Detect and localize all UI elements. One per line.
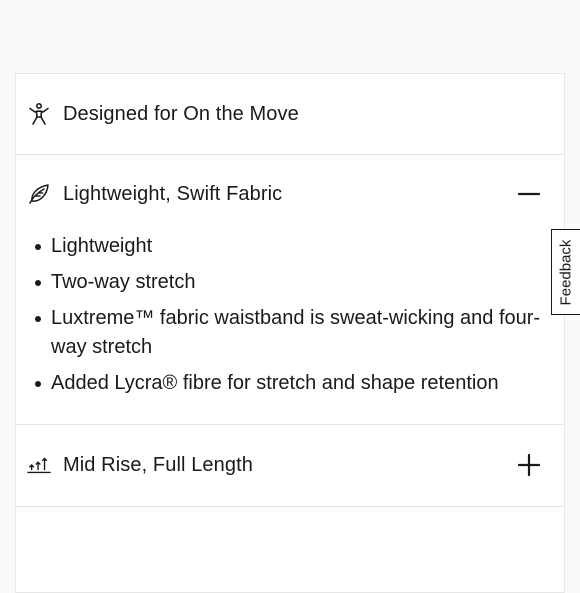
list-item: Lightweight	[34, 232, 554, 261]
accordion-header-designed-for[interactable]: Designed for On the Move	[16, 94, 564, 134]
accordion-title: Lightweight, Swift Fabric	[63, 182, 283, 205]
section-divider	[16, 154, 564, 155]
accordion-header-mid-rise[interactable]: Mid Rise, Full Length	[16, 445, 564, 485]
section-divider	[16, 506, 564, 507]
section-divider	[16, 424, 564, 425]
accordion-title: Mid Rise, Full Length	[63, 453, 253, 476]
accordion-title: Designed for On the Move	[63, 102, 299, 125]
feedback-button[interactable]: Feedback	[551, 229, 580, 315]
feature-list: Lightweight Two-way stretch Luxtreme™ fa…	[34, 232, 554, 405]
collapse-minus-icon[interactable]	[516, 181, 542, 207]
list-item: Luxtreme™ fabric waistband is sweat-wick…	[34, 304, 554, 362]
rise-arrows-icon	[27, 453, 51, 477]
person-stretch-icon	[27, 102, 51, 126]
product-details-accordion: Designed for On the Move Lightweight, Sw…	[15, 73, 565, 593]
feedback-label: Feedback	[557, 239, 575, 305]
list-item: Added Lycra® fibre for stretch and shape…	[34, 369, 554, 398]
leaf-icon	[27, 182, 51, 206]
accordion-header-lightweight-fabric[interactable]: Lightweight, Swift Fabric	[16, 174, 564, 214]
list-item: Two-way stretch	[34, 268, 554, 297]
expand-plus-icon[interactable]	[516, 452, 542, 478]
